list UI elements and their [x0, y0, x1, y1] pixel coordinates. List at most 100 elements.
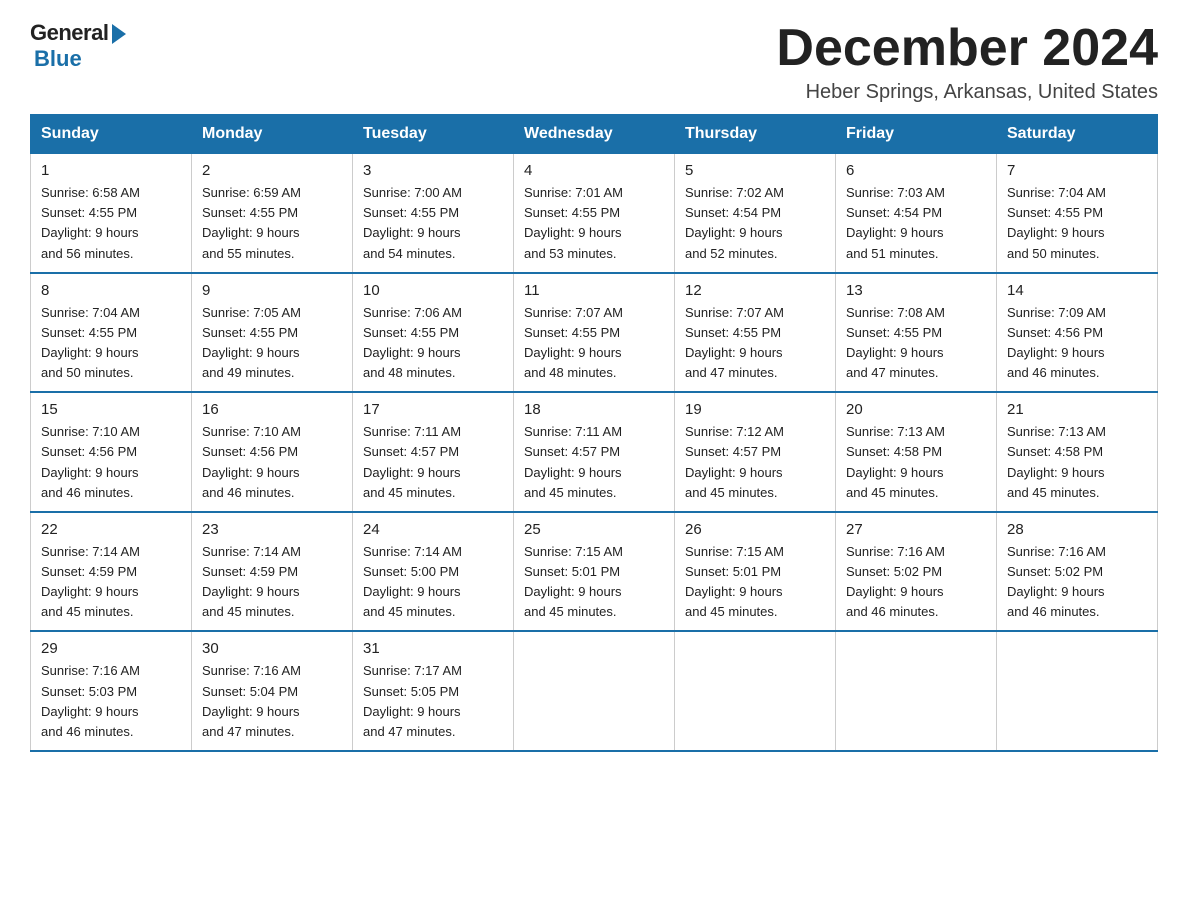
day-number: 30: [202, 640, 342, 657]
location-title: Heber Springs, Arkansas, United States: [776, 81, 1158, 104]
day-info: Sunrise: 7:10 AMSunset: 4:56 PMDaylight:…: [41, 422, 181, 503]
day-number: 27: [846, 521, 986, 538]
calendar-day-cell: [675, 631, 836, 751]
day-number: 21: [1007, 401, 1147, 418]
day-info: Sunrise: 7:17 AMSunset: 5:05 PMDaylight:…: [363, 661, 503, 742]
day-of-week-header: Tuesday: [353, 115, 514, 154]
calendar-day-cell: 5Sunrise: 7:02 AMSunset: 4:54 PMDaylight…: [675, 154, 836, 273]
day-info: Sunrise: 7:13 AMSunset: 4:58 PMDaylight:…: [1007, 422, 1147, 503]
day-info: Sunrise: 7:09 AMSunset: 4:56 PMDaylight:…: [1007, 303, 1147, 384]
calendar-table: SundayMondayTuesdayWednesdayThursdayFrid…: [30, 114, 1158, 752]
calendar-day-cell: 22 Sunrise: 7:14 AMSunset: 4:59 PMDayligh…: [31, 512, 192, 632]
day-info: Sunrise: 7:11 AMSunset: 4:57 PMDaylight:…: [524, 422, 664, 503]
day-of-week-header: Sunday: [31, 115, 192, 154]
calendar-day-cell: 17 Sunrise: 7:11 AMSunset: 4:57 PMDayligh…: [353, 392, 514, 512]
day-info: Sunrise: 7:14 AMSunset: 5:00 PMDaylight:…: [363, 542, 503, 623]
month-title: December 2024: [776, 20, 1158, 77]
calendar-header-row: SundayMondayTuesdayWednesdayThursdayFrid…: [31, 115, 1158, 154]
day-info: Sunrise: 7:15 AMSunset: 5:01 PMDaylight:…: [524, 542, 664, 623]
day-number: 17: [363, 401, 503, 418]
calendar-day-cell: 24 Sunrise: 7:14 AMSunset: 5:00 PMDayligh…: [353, 512, 514, 632]
calendar-day-cell: 9Sunrise: 7:05 AMSunset: 4:55 PMDaylight…: [192, 273, 353, 393]
day-of-week-header: Saturday: [997, 115, 1158, 154]
calendar-day-cell: 14 Sunrise: 7:09 AMSunset: 4:56 PMDayligh…: [997, 273, 1158, 393]
day-number: 5: [685, 162, 825, 179]
calendar-day-cell: 26 Sunrise: 7:15 AMSunset: 5:01 PMDayligh…: [675, 512, 836, 632]
day-info: Sunrise: 6:58 AMSunset: 4:55 PMDaylight:…: [41, 183, 181, 264]
calendar-day-cell: 12 Sunrise: 7:07 AMSunset: 4:55 PMDayligh…: [675, 273, 836, 393]
day-info: Sunrise: 7:16 AMSunset: 5:04 PMDaylight:…: [202, 661, 342, 742]
logo-arrow-icon: [112, 24, 126, 44]
calendar-week-row: 29Sunrise: 7:16 AMSunset: 5:03 PMDayligh…: [31, 631, 1158, 751]
day-of-week-header: Wednesday: [514, 115, 675, 154]
calendar-day-cell: 1Sunrise: 6:58 AMSunset: 4:55 PMDaylight…: [31, 154, 192, 273]
calendar-week-row: 22 Sunrise: 7:14 AMSunset: 4:59 PMDayligh…: [31, 512, 1158, 632]
calendar-day-cell: 11 Sunrise: 7:07 AMSunset: 4:55 PMDayligh…: [514, 273, 675, 393]
day-number: 24: [363, 521, 503, 538]
day-number: 18: [524, 401, 664, 418]
day-number: 8: [41, 282, 181, 299]
calendar-day-cell: 8 Sunrise: 7:04 AMSunset: 4:55 PMDaylight…: [31, 273, 192, 393]
calendar-day-cell: 7 Sunrise: 7:04 AMSunset: 4:55 PMDaylight…: [997, 154, 1158, 273]
logo: General Blue: [30, 20, 126, 72]
day-of-week-header: Thursday: [675, 115, 836, 154]
calendar-day-cell: 23Sunrise: 7:14 AMSunset: 4:59 PMDayligh…: [192, 512, 353, 632]
calendar-day-cell: 21 Sunrise: 7:13 AMSunset: 4:58 PMDayligh…: [997, 392, 1158, 512]
day-info: Sunrise: 7:07 AMSunset: 4:55 PMDaylight:…: [524, 303, 664, 384]
calendar-day-cell: 18 Sunrise: 7:11 AMSunset: 4:57 PMDayligh…: [514, 392, 675, 512]
calendar-day-cell: 15 Sunrise: 7:10 AMSunset: 4:56 PMDayligh…: [31, 392, 192, 512]
day-number: 31: [363, 640, 503, 657]
day-number: 26: [685, 521, 825, 538]
calendar-day-cell: [997, 631, 1158, 751]
day-info: Sunrise: 7:11 AMSunset: 4:57 PMDaylight:…: [363, 422, 503, 503]
day-number: 11: [524, 282, 664, 299]
title-section: December 2024 Heber Springs, Arkansas, U…: [776, 20, 1158, 104]
calendar-day-cell: 3 Sunrise: 7:00 AMSunset: 4:55 PMDaylight…: [353, 154, 514, 273]
calendar-day-cell: 19 Sunrise: 7:12 AMSunset: 4:57 PMDayligh…: [675, 392, 836, 512]
day-info: Sunrise: 7:05 AMSunset: 4:55 PMDaylight:…: [202, 303, 342, 384]
calendar-day-cell: 2 Sunrise: 6:59 AMSunset: 4:55 PMDaylight…: [192, 154, 353, 273]
day-info: Sunrise: 7:04 AMSunset: 4:55 PMDaylight:…: [41, 303, 181, 384]
calendar-day-cell: [836, 631, 997, 751]
day-number: 25: [524, 521, 664, 538]
day-number: 7: [1007, 162, 1147, 179]
day-info: Sunrise: 7:03 AMSunset: 4:54 PMDaylight:…: [846, 183, 986, 264]
day-number: 14: [1007, 282, 1147, 299]
day-info: Sunrise: 6:59 AMSunset: 4:55 PMDaylight:…: [202, 183, 342, 264]
page-header: General Blue December 2024 Heber Springs…: [30, 20, 1158, 104]
day-number: 2: [202, 162, 342, 179]
day-of-week-header: Friday: [836, 115, 997, 154]
day-number: 19: [685, 401, 825, 418]
day-info: Sunrise: 7:04 AMSunset: 4:55 PMDaylight:…: [1007, 183, 1147, 264]
day-number: 12: [685, 282, 825, 299]
day-info: Sunrise: 7:10 AMSunset: 4:56 PMDaylight:…: [202, 422, 342, 503]
calendar-week-row: 1Sunrise: 6:58 AMSunset: 4:55 PMDaylight…: [31, 154, 1158, 273]
calendar-day-cell: 4Sunrise: 7:01 AMSunset: 4:55 PMDaylight…: [514, 154, 675, 273]
logo-general-text: General: [30, 20, 108, 46]
day-of-week-header: Monday: [192, 115, 353, 154]
day-info: Sunrise: 7:07 AMSunset: 4:55 PMDaylight:…: [685, 303, 825, 384]
day-number: 22: [41, 521, 181, 538]
day-info: Sunrise: 7:15 AMSunset: 5:01 PMDaylight:…: [685, 542, 825, 623]
day-number: 10: [363, 282, 503, 299]
day-info: Sunrise: 7:16 AMSunset: 5:02 PMDaylight:…: [846, 542, 986, 623]
calendar-day-cell: 30 Sunrise: 7:16 AMSunset: 5:04 PMDayligh…: [192, 631, 353, 751]
day-info: Sunrise: 7:06 AMSunset: 4:55 PMDaylight:…: [363, 303, 503, 384]
day-info: Sunrise: 7:14 AMSunset: 4:59 PMDaylight:…: [41, 542, 181, 623]
calendar-day-cell: 10 Sunrise: 7:06 AMSunset: 4:55 PMDayligh…: [353, 273, 514, 393]
day-number: 13: [846, 282, 986, 299]
day-info: Sunrise: 7:12 AMSunset: 4:57 PMDaylight:…: [685, 422, 825, 503]
day-info: Sunrise: 7:01 AMSunset: 4:55 PMDaylight:…: [524, 183, 664, 264]
day-number: 15: [41, 401, 181, 418]
day-number: 3: [363, 162, 503, 179]
day-info: Sunrise: 7:16 AMSunset: 5:03 PMDaylight:…: [41, 661, 181, 742]
calendar-week-row: 8 Sunrise: 7:04 AMSunset: 4:55 PMDaylight…: [31, 273, 1158, 393]
calendar-day-cell: 29Sunrise: 7:16 AMSunset: 5:03 PMDayligh…: [31, 631, 192, 751]
logo-blue-text: Blue: [34, 46, 82, 72]
calendar-day-cell: 20Sunrise: 7:13 AMSunset: 4:58 PMDayligh…: [836, 392, 997, 512]
day-number: 28: [1007, 521, 1147, 538]
day-info: Sunrise: 7:16 AMSunset: 5:02 PMDaylight:…: [1007, 542, 1147, 623]
day-number: 6: [846, 162, 986, 179]
calendar-week-row: 15 Sunrise: 7:10 AMSunset: 4:56 PMDayligh…: [31, 392, 1158, 512]
day-info: Sunrise: 7:00 AMSunset: 4:55 PMDaylight:…: [363, 183, 503, 264]
